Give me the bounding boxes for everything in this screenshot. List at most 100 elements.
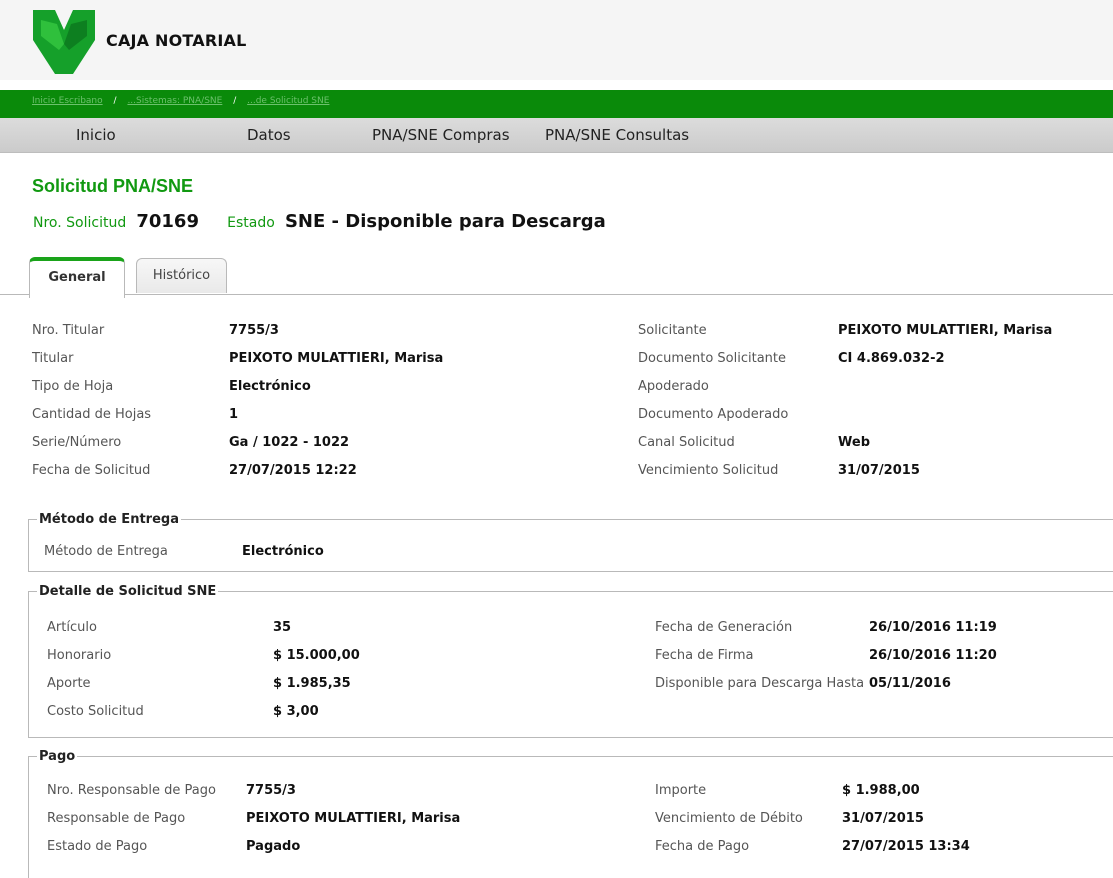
field-value: $ 15.000,00 bbox=[273, 648, 360, 663]
field-value: $ 1.988,00 bbox=[842, 783, 920, 798]
nro-solicitud-value: 70169 bbox=[136, 211, 199, 232]
field-estado-de-pago: Estado de Pago Pagado bbox=[47, 839, 300, 854]
field-label: Vencimiento de Débito bbox=[655, 811, 803, 826]
field-vencimiento-solicitud: Vencimiento Solicitud 31/07/2015 bbox=[638, 463, 920, 478]
field-fecha-de-solicitud: Fecha de Solicitud 27/07/2015 12:22 bbox=[32, 463, 357, 478]
field-label: Vencimiento Solicitud bbox=[638, 463, 779, 478]
field-value: Pagado bbox=[246, 839, 301, 854]
field-value: 26/10/2016 11:20 bbox=[869, 648, 997, 663]
tab-bar: General Histórico bbox=[0, 257, 1113, 298]
field-costo-solicitud: Costo Solicitud $ 3,00 bbox=[47, 704, 319, 719]
field-value: PEIXOTO MULATTIERI, Marisa bbox=[229, 351, 444, 366]
breadcrumb-bar: Inicio Escribano / ...Sistemas: PNA/SNE … bbox=[0, 90, 1113, 118]
field-value: 27/07/2015 13:34 bbox=[842, 839, 970, 854]
field-label: Aporte bbox=[47, 676, 91, 691]
field-apoderado: Apoderado bbox=[638, 379, 709, 394]
field-label: Responsable de Pago bbox=[47, 811, 186, 826]
field-importe: Importe $ 1.988,00 bbox=[655, 783, 920, 798]
field-cantidad-de-hojas: Cantidad de Hojas 1 bbox=[32, 407, 238, 422]
main-nav: Inicio Datos PNA/SNE Compras PNA/SNE Con… bbox=[0, 118, 1113, 153]
field-label: Nro. Responsable de Pago bbox=[47, 783, 216, 798]
field-articulo: Artículo 35 bbox=[47, 620, 291, 635]
field-label: Documento Solicitante bbox=[638, 351, 787, 366]
field-nro-responsable-de-pago: Nro. Responsable de Pago 7755/3 bbox=[47, 783, 296, 798]
tab-historico[interactable]: Histórico bbox=[136, 258, 227, 293]
field-value: 31/07/2015 bbox=[838, 463, 920, 478]
field-value: 1 bbox=[229, 407, 239, 422]
field-value: 35 bbox=[273, 620, 292, 635]
header: CAJA NOTARIAL bbox=[0, 0, 1113, 90]
nav-item-inicio[interactable]: Inicio bbox=[76, 118, 116, 152]
breadcrumb-item-sistemas[interactable]: ...Sistemas: PNA/SNE bbox=[127, 96, 222, 106]
field-label: Apoderado bbox=[638, 379, 709, 394]
field-label: Costo Solicitud bbox=[47, 704, 144, 719]
field-value: Ga / 1022 - 1022 bbox=[229, 435, 350, 450]
field-tipo-de-hoja: Tipo de Hoja Electrónico bbox=[32, 379, 311, 394]
field-value: 05/11/2016 bbox=[869, 676, 951, 691]
field-canal-solicitud: Canal Solicitud Web bbox=[638, 435, 870, 450]
field-label: Documento Apoderado bbox=[638, 407, 789, 422]
field-honorario: Honorario $ 15.000,00 bbox=[47, 648, 360, 663]
field-fecha-de-generacion: Fecha de Generación 26/10/2016 11:19 bbox=[655, 620, 997, 635]
breadcrumb-separator: / bbox=[113, 96, 117, 106]
section-legend: Detalle de Solicitud SNE bbox=[39, 584, 217, 599]
breadcrumb-separator: / bbox=[233, 96, 237, 106]
field-serie-numero: Serie/Número Ga / 1022 - 1022 bbox=[32, 435, 349, 450]
pago-section: Pago bbox=[28, 749, 1113, 878]
field-label: Fecha de Firma bbox=[655, 648, 754, 663]
estado-label: Estado bbox=[227, 215, 275, 231]
field-titular: Titular PEIXOTO MULATTIERI, Marisa bbox=[32, 351, 443, 366]
field-documento-solicitante: Documento Solicitante CI 4.869.032-2 bbox=[638, 351, 945, 366]
field-value: 31/07/2015 bbox=[842, 811, 924, 826]
field-value: 26/10/2016 11:19 bbox=[869, 620, 997, 635]
field-fecha-de-pago: Fecha de Pago 27/07/2015 13:34 bbox=[655, 839, 970, 854]
field-label: Solicitante bbox=[638, 323, 707, 338]
field-label: Cantidad de Hojas bbox=[32, 407, 152, 422]
field-label: Nro. Titular bbox=[32, 323, 105, 338]
field-value: $ 3,00 bbox=[273, 704, 319, 719]
section-legend: Pago bbox=[39, 749, 76, 764]
field-value: Electrónico bbox=[229, 379, 311, 394]
field-aporte: Aporte $ 1.985,35 bbox=[47, 676, 351, 691]
field-value: 7755/3 bbox=[246, 783, 296, 798]
caja-notarial-logo-icon bbox=[33, 10, 95, 74]
nav-item-datos[interactable]: Datos bbox=[247, 118, 291, 152]
field-label: Fecha de Generación bbox=[655, 620, 793, 635]
tab-general[interactable]: General bbox=[29, 257, 125, 298]
section-legend: Método de Entrega bbox=[39, 512, 179, 527]
field-label: Estado de Pago bbox=[47, 839, 148, 854]
field-value: PEIXOTO MULATTIERI, Marisa bbox=[246, 811, 461, 826]
field-label: Honorario bbox=[47, 648, 112, 663]
nav-item-pna-sne-compras[interactable]: PNA/SNE Compras bbox=[372, 118, 510, 152]
field-label: Fecha de Solicitud bbox=[32, 463, 151, 478]
brand-name: CAJA NOTARIAL bbox=[106, 31, 247, 50]
field-label: Fecha de Pago bbox=[655, 839, 750, 854]
page-title: Solicitud PNA/SNE bbox=[32, 176, 194, 196]
field-value: PEIXOTO MULATTIERI, Marisa bbox=[838, 323, 1053, 338]
field-label: Disponible para Descarga Hasta bbox=[655, 676, 865, 691]
nav-item-pna-sne-consultas[interactable]: PNA/SNE Consultas bbox=[545, 118, 689, 152]
field-value: Electrónico bbox=[242, 544, 324, 559]
breadcrumb-item-solicitud[interactable]: ...de Solicitud SNE bbox=[247, 96, 329, 106]
field-label: Método de Entrega bbox=[44, 544, 168, 559]
field-nro-titular: Nro. Titular 7755/3 bbox=[32, 323, 279, 338]
field-value: 27/07/2015 12:22 bbox=[229, 463, 357, 478]
field-value: Web bbox=[838, 435, 870, 450]
field-label: Importe bbox=[655, 783, 707, 798]
field-fecha-de-firma: Fecha de Firma 26/10/2016 11:20 bbox=[655, 648, 997, 663]
breadcrumb-item-inicio[interactable]: Inicio Escribano bbox=[32, 96, 103, 106]
metodo-entrega-section: Método de Entrega bbox=[28, 512, 1113, 572]
field-label: Artículo bbox=[47, 620, 97, 635]
field-solicitante: Solicitante PEIXOTO MULATTIERI, Marisa bbox=[638, 323, 1052, 338]
field-responsable-de-pago: Responsable de Pago PEIXOTO MULATTIERI, … bbox=[47, 811, 460, 826]
breadcrumb: Inicio Escribano / ...Sistemas: PNA/SNE … bbox=[32, 96, 329, 106]
field-value: 7755/3 bbox=[229, 323, 279, 338]
estado-value: SNE - Disponible para Descarga bbox=[284, 211, 606, 232]
field-label: Canal Solicitud bbox=[638, 435, 735, 450]
field-value: $ 1.985,35 bbox=[273, 676, 351, 691]
field-label: Tipo de Hoja bbox=[32, 379, 114, 394]
field-disponible-hasta: Disponible para Descarga Hasta 05/11/201… bbox=[655, 676, 951, 691]
request-summary: Nro. Solicitud 70169 Estado SNE - Dispon… bbox=[33, 211, 606, 239]
field-vencimiento-de-debito: Vencimiento de Débito 31/07/2015 bbox=[655, 811, 924, 826]
field-metodo-de-entrega: Método de Entrega Electrónico bbox=[44, 544, 324, 559]
